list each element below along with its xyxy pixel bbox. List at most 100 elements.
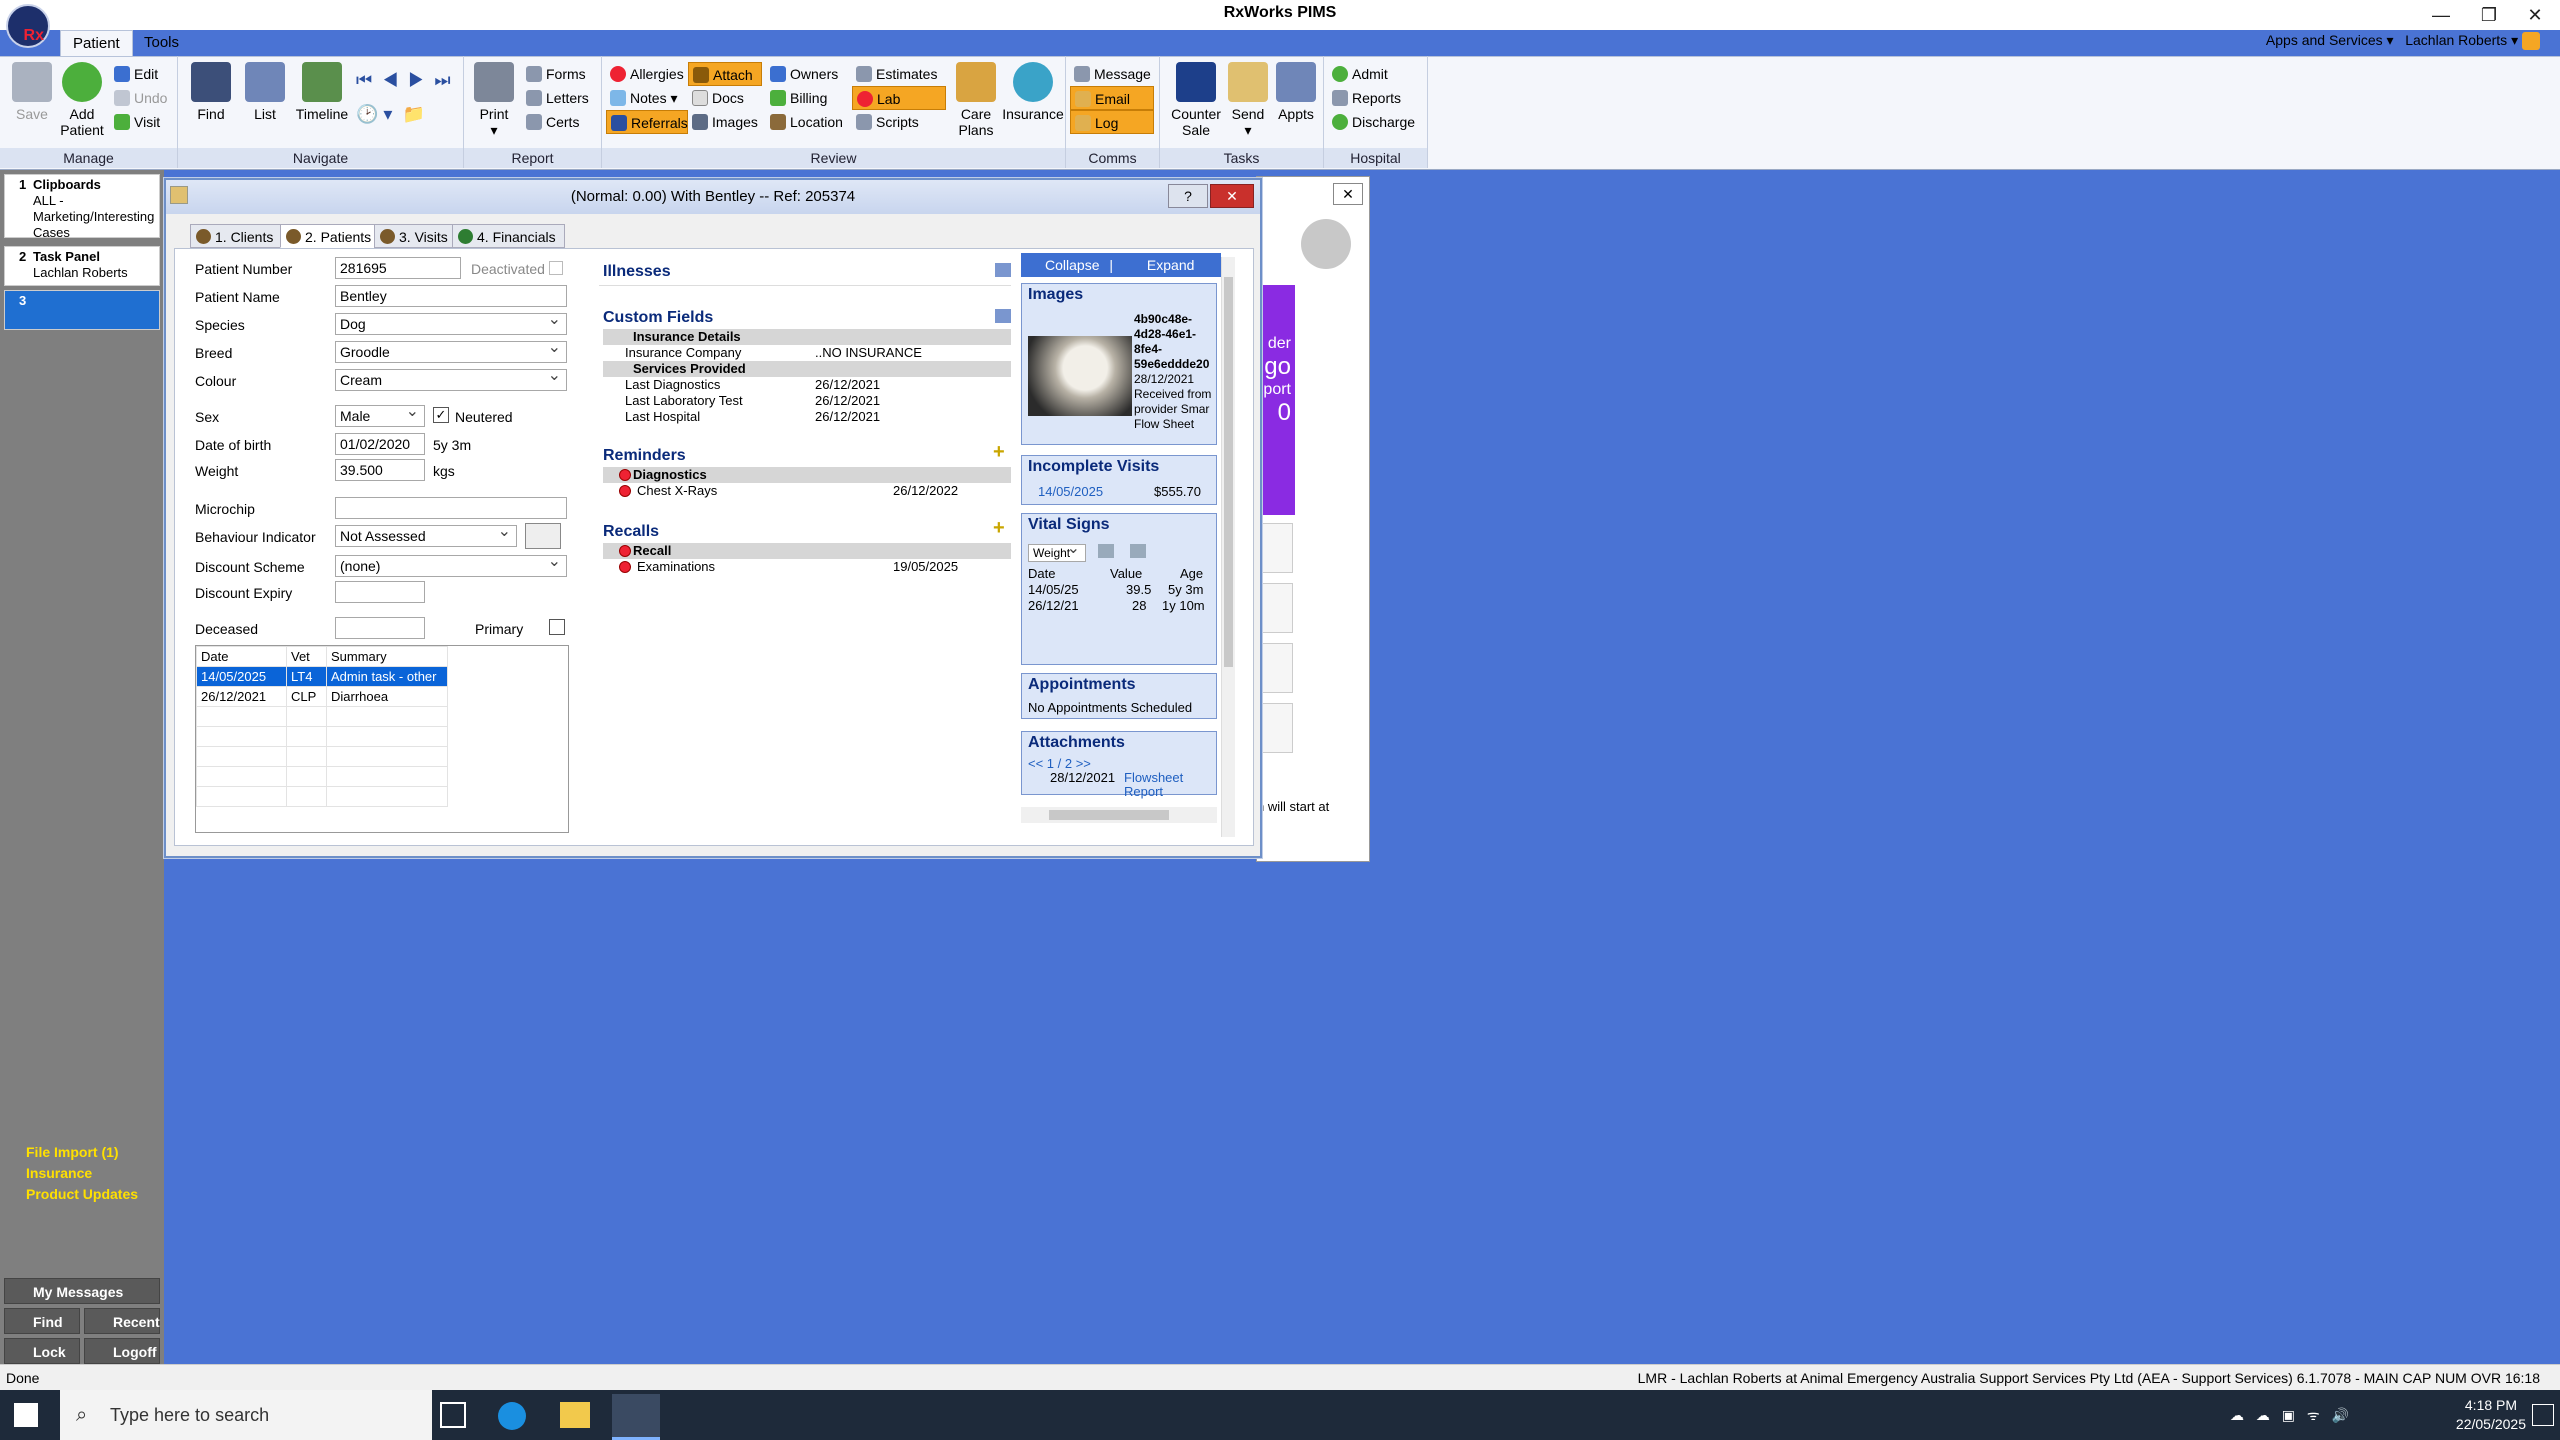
side-scrollbar[interactable] [1221, 257, 1235, 837]
notes-button[interactable]: Notes ▾ [606, 86, 682, 110]
collapse-button[interactable]: Collapse [1045, 257, 1099, 273]
sex-select[interactable]: Male [335, 402, 425, 427]
discount-scheme-select[interactable]: (none) [335, 552, 567, 577]
rxworks-taskbar-icon[interactable] [612, 1394, 660, 1440]
user-menu[interactable]: Lachlan Roberts [2405, 32, 2507, 48]
add-recall-icon[interactable]: + [993, 517, 1005, 540]
weight-field[interactable]: 39.500 [335, 459, 425, 481]
recall-group[interactable]: Recall [603, 543, 1011, 559]
docs-button[interactable]: Docs [688, 86, 748, 110]
services-provided-group[interactable]: Services Provided [603, 361, 1011, 377]
menu-tab-tools[interactable]: Tools [132, 30, 191, 56]
taskbar-search-input[interactable]: ⌕ Type here to search [60, 1390, 432, 1440]
side-hscrollbar[interactable] [1021, 807, 1217, 823]
bg-close-button[interactable]: ✕ [1333, 183, 1363, 205]
table-row[interactable]: 26/12/2021 CLP Diarrhoea [196, 686, 448, 707]
find-left-button[interactable]: Find [4, 1308, 80, 1334]
behaviour-edit-icon[interactable] [525, 523, 561, 549]
discharge-button[interactable]: Discharge [1328, 110, 1419, 134]
allergies-button[interactable]: Allergies [606, 62, 688, 86]
dialog-help-button[interactable]: ? [1168, 184, 1208, 208]
dob-field[interactable]: 01/02/2020 [335, 433, 425, 455]
insurance-details-group[interactable]: Insurance Details [603, 329, 1011, 345]
logoff-button[interactable]: Logoff [84, 1338, 160, 1364]
deactivated-checkbox[interactable] [549, 261, 563, 275]
certs-button[interactable]: Certs [522, 110, 583, 134]
file-explorer-icon[interactable] [560, 1402, 590, 1428]
letters-button[interactable]: Letters [522, 86, 593, 110]
list-button[interactable]: List [240, 62, 290, 122]
lab-button[interactable]: Lab [852, 86, 946, 110]
print-button[interactable]: Print ▾ [472, 62, 516, 138]
counter-sale-button[interactable]: Counter Sale [1168, 62, 1224, 138]
open-record-item[interactable]: 3 [4, 290, 160, 330]
history-tools[interactable]: 🕑 ▾ 📁 [356, 104, 425, 125]
windows-start-icon[interactable] [14, 1403, 38, 1427]
species-select[interactable]: Dog [335, 310, 567, 335]
primary-checkbox[interactable] [549, 619, 565, 635]
insurance-button[interactable]: Insurance [1002, 62, 1064, 122]
attachment-link-report[interactable]: Report [1124, 784, 1163, 800]
microchip-field[interactable] [335, 497, 567, 519]
product-updates-link[interactable]: Product Updates [6, 1186, 138, 1202]
incomplete-visit-date[interactable]: 14/05/2025 [1038, 484, 1103, 500]
notification-icon[interactable] [2532, 1404, 2554, 1426]
attach-button[interactable]: Attach [688, 62, 762, 86]
tab-patients[interactable]: 2. Patients [280, 224, 381, 248]
tab-financials[interactable]: 4. Financials [452, 224, 565, 248]
close-button[interactable]: ✕ [2512, 2, 2558, 28]
admit-button[interactable]: Admit [1328, 62, 1392, 86]
visit-button[interactable]: Visit [110, 110, 164, 134]
reminder-group[interactable]: Diagnostics [603, 467, 1011, 483]
apps-services-menu[interactable]: Apps and Services [2266, 32, 2383, 48]
tab-clients[interactable]: 1. Clients [190, 224, 283, 248]
discount-expiry-field[interactable] [335, 581, 425, 603]
owners-button[interactable]: Owners [766, 62, 842, 86]
patient-number-field[interactable]: 281695 [335, 257, 461, 279]
table-row[interactable]: 14/05/2025 LT4 Admin task - other [196, 666, 448, 687]
task-panel-item[interactable]: 2 Task Panel Lachlan Roberts [4, 246, 160, 286]
add-reminder-icon[interactable]: + [993, 441, 1005, 464]
history-header-vet[interactable]: Vet [286, 646, 327, 667]
clock[interactable]: 4:18 PM 22/05/2025 [2456, 1396, 2526, 1434]
colour-select[interactable]: Cream [335, 366, 567, 391]
images-button[interactable]: Images [688, 110, 762, 134]
history-header-date[interactable]: Date [196, 646, 287, 667]
email-button[interactable]: Email [1070, 86, 1154, 110]
send-button[interactable]: Send ▾ [1226, 62, 1270, 138]
lock-icon[interactable] [2522, 32, 2540, 51]
reports-button[interactable]: Reports [1328, 86, 1405, 110]
rx-logo[interactable]: Rx [6, 4, 50, 48]
edit-button[interactable]: Edit [110, 62, 162, 86]
appts-button[interactable]: Appts [1272, 62, 1320, 122]
patient-name-field[interactable]: Bentley [335, 285, 567, 307]
clipboards-item[interactable]: 1 Clipboards ALL - Marketing/Interesting… [4, 174, 160, 240]
task-view-icon[interactable] [440, 1402, 466, 1428]
dialog-close-button[interactable]: ✕ [1210, 184, 1254, 208]
recent-button[interactable]: Recent [84, 1308, 160, 1334]
minimize-button[interactable]: — [2418, 2, 2464, 28]
log-button[interactable]: Log [1070, 110, 1154, 134]
forms-button[interactable]: Forms [522, 62, 590, 86]
billing-button[interactable]: Billing [766, 86, 831, 110]
deceased-field[interactable] [335, 617, 425, 639]
insurance-link[interactable]: Insurance [6, 1165, 92, 1181]
tray-icons[interactable]: ☁ ☁ ▣ ᯤ 🔊 [2230, 1406, 2410, 1424]
behaviour-select[interactable]: Not Assessed [335, 522, 517, 547]
undo-button[interactable]: Undo [110, 86, 171, 110]
breed-select[interactable]: Groodle [335, 338, 567, 363]
referrals-button[interactable]: Referrals [606, 110, 688, 134]
menu-tab-patient[interactable]: Patient [60, 30, 133, 56]
estimates-button[interactable]: Estimates [852, 62, 941, 86]
lock-button[interactable]: Lock [4, 1338, 80, 1364]
table-icon[interactable] [1130, 544, 1146, 558]
neutered-checkbox[interactable]: ✓ [433, 407, 449, 423]
custom-fields-edit-icon[interactable] [995, 309, 1011, 323]
expand-button[interactable]: Expand [1147, 257, 1194, 273]
care-plans-button[interactable]: Care Plans [952, 62, 1000, 138]
tab-visits[interactable]: 3. Visits [374, 224, 457, 248]
vitals-type-select[interactable]: Weight [1028, 541, 1086, 562]
location-button[interactable]: Location [766, 110, 847, 134]
message-button[interactable]: Message [1070, 62, 1155, 86]
history-header-summary[interactable]: Summary [326, 646, 448, 667]
